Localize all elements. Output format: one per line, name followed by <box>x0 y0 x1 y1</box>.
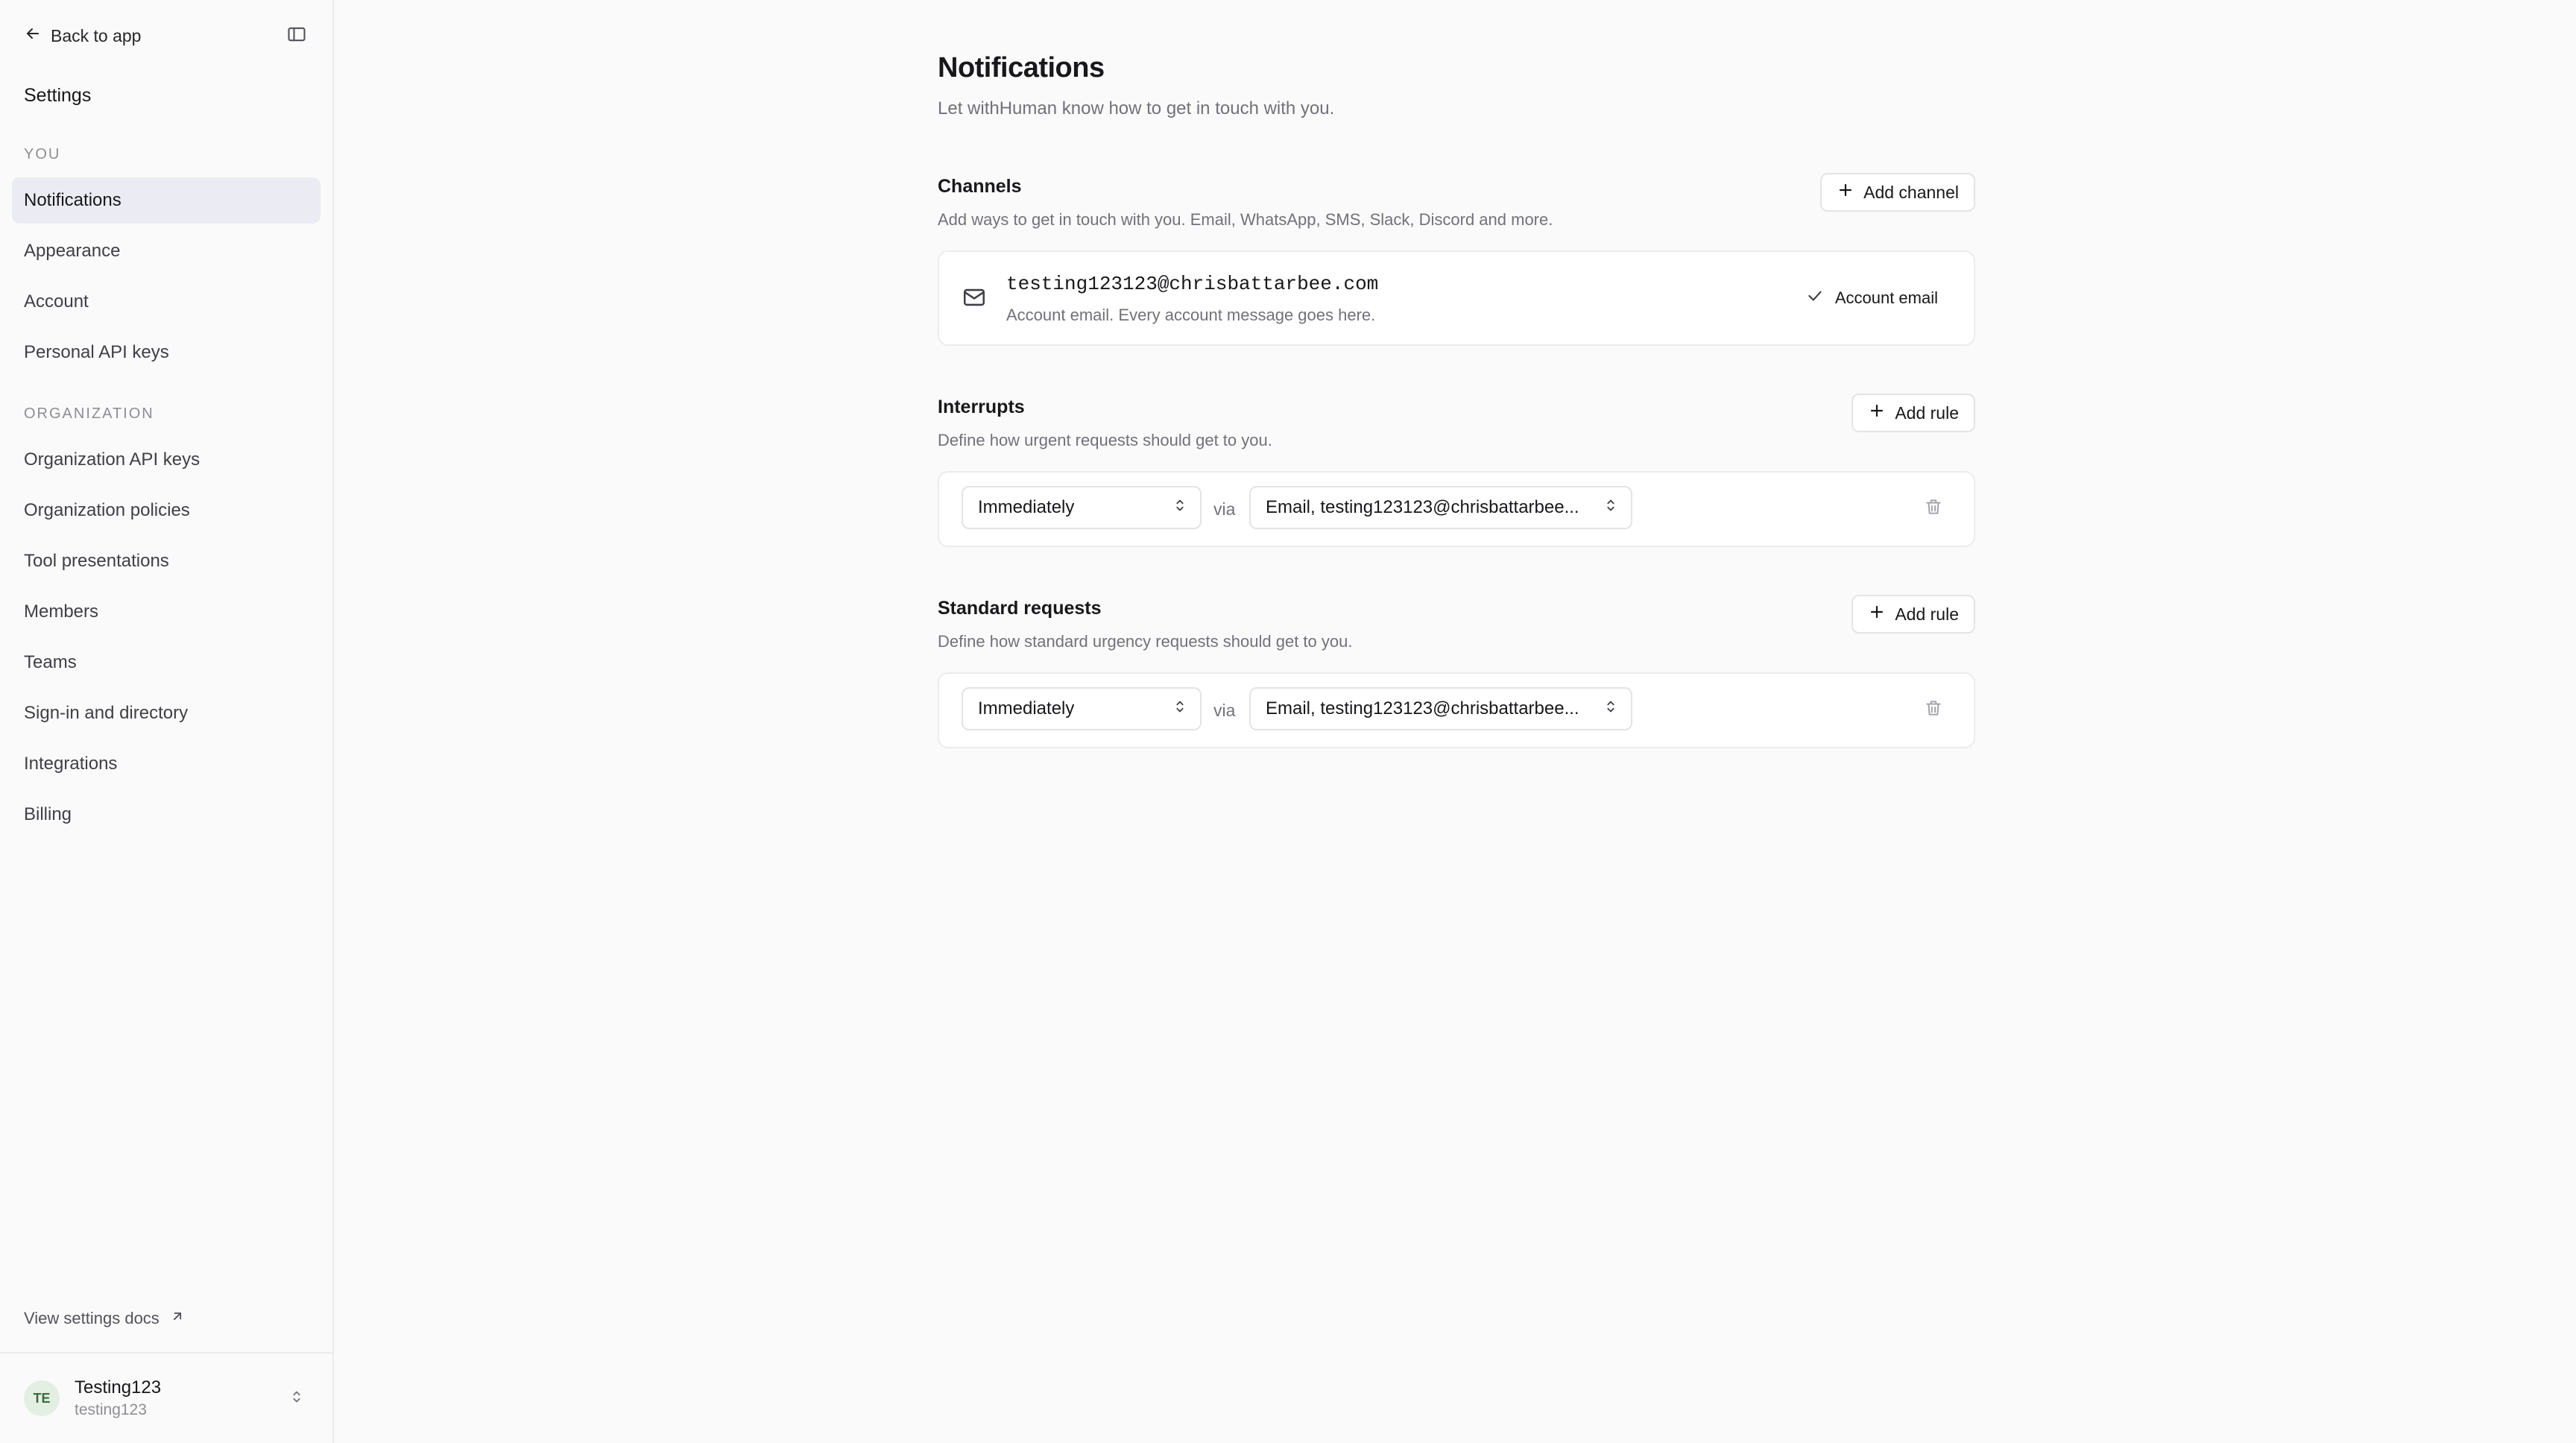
trash-icon <box>1924 698 1943 722</box>
user-menu[interactable]: TE Testing123 testing123 <box>0 1352 332 1443</box>
chevron-up-down-icon <box>1172 497 1188 519</box>
chevron-up-down-icon <box>1603 698 1619 720</box>
sidebar-item-billing[interactable]: Billing <box>12 792 321 838</box>
standard-requests-title: Standard requests <box>938 598 1102 619</box>
sidebar-item-organization-policies[interactable]: Organization policies <box>12 487 321 534</box>
sidebar-item-organization-api-keys[interactable]: Organization API keys <box>12 437 321 483</box>
standard-rule-card: Immediately via Email, testing123123@chr… <box>938 672 1975 748</box>
avatar: TE <box>24 1380 60 1416</box>
via-label: via <box>1213 499 1236 519</box>
channel-description: Account email. Every account message goe… <box>1006 306 1376 324</box>
channel-card: testing123123@chrisbattarbee.com Account… <box>938 250 1975 346</box>
sidebar-item-notifications[interactable]: Notifications <box>12 177 321 224</box>
plus-icon <box>1837 181 1854 203</box>
standard-timing-select[interactable]: Immediately <box>962 687 1202 730</box>
user-handle: testing123 <box>75 1401 147 1418</box>
add-rule-label: Add rule <box>1895 604 1959 624</box>
external-link-icon <box>170 1309 185 1328</box>
collapse-sidebar-button[interactable] <box>283 22 310 49</box>
sidebar-item-tool-presentations[interactable]: Tool presentations <box>12 538 321 584</box>
docs-link-label: View settings docs <box>24 1309 160 1327</box>
section-label-you: YOU <box>24 146 61 162</box>
view-settings-docs-link[interactable]: View settings docs <box>24 1309 185 1328</box>
delete-interrupt-rule-button[interactable] <box>1922 496 1945 520</box>
trash-icon <box>1924 497 1943 520</box>
add-standard-rule-button[interactable]: Add rule <box>1852 595 1975 634</box>
page-title: Notifications <box>938 52 1105 83</box>
channels-title: Channels <box>938 176 1022 197</box>
chevron-up-down-icon <box>1172 698 1188 720</box>
via-label: via <box>1213 701 1236 720</box>
back-to-app-link[interactable]: Back to app <box>24 25 141 47</box>
add-channel-label: Add channel <box>1863 182 1959 202</box>
channel-email: testing123123@chrisbattarbee.com <box>1006 273 1379 295</box>
timing-value: Immediately <box>978 497 1075 517</box>
add-interrupt-rule-button[interactable]: Add rule <box>1852 394 1975 432</box>
user-info: Testing123 testing123 <box>75 1377 285 1419</box>
timing-value: Immediately <box>978 698 1075 719</box>
interrupt-timing-select[interactable]: Immediately <box>962 486 1202 529</box>
chevron-up-down-icon <box>1603 497 1619 519</box>
sidebar-item-integrations[interactable]: Integrations <box>12 741 321 787</box>
channel-value: Email, testing123123@chrisbattarbee... <box>1266 698 1579 719</box>
account-email-badge: Account email <box>1805 286 1938 310</box>
user-name: Testing123 <box>75 1377 162 1398</box>
sidebar-item-teams[interactable]: Teams <box>12 640 321 686</box>
sidebar-item-account[interactable]: Account <box>12 279 321 325</box>
interrupt-rule-card: Immediately via Email, testing123123@chr… <box>938 471 1975 547</box>
mail-icon <box>962 285 987 314</box>
sidebar-toggle-icon <box>286 24 307 48</box>
plus-icon <box>1868 603 1886 625</box>
check-icon <box>1805 286 1825 310</box>
interrupt-channel-select[interactable]: Email, testing123123@chrisbattarbee... <box>1249 486 1632 529</box>
section-label-organization: ORGANIZATION <box>24 405 154 422</box>
chevron-up-down-icon <box>288 1389 305 1409</box>
settings-title: Settings <box>24 85 92 106</box>
delete-standard-rule-button[interactable] <box>1922 698 1945 722</box>
standard-channel-select[interactable]: Email, testing123123@chrisbattarbee... <box>1249 687 1632 730</box>
plus-icon <box>1868 402 1886 424</box>
interrupts-title: Interrupts <box>938 397 1025 417</box>
channels-description: Add ways to get in touch with you. Email… <box>938 210 1553 229</box>
add-channel-button[interactable]: Add channel <box>1820 173 1975 212</box>
back-to-app-label: Back to app <box>51 25 142 45</box>
add-rule-label: Add rule <box>1895 402 1959 423</box>
settings-sidebar: Back to app Settings YOU Notifications A… <box>0 0 334 1443</box>
sidebar-item-sign-in-and-directory[interactable]: Sign-in and directory <box>12 690 321 736</box>
interrupts-description: Define how urgent requests should get to… <box>938 431 1272 449</box>
sidebar-item-members[interactable]: Members <box>12 589 321 635</box>
arrow-left-icon <box>24 25 42 47</box>
account-email-badge-label: Account email <box>1834 288 1938 307</box>
sidebar-item-appearance[interactable]: Appearance <box>12 228 321 274</box>
user-menu-toggle[interactable] <box>285 1386 309 1410</box>
sidebar-header: Back to app <box>24 21 310 51</box>
channel-value: Email, testing123123@chrisbattarbee... <box>1266 497 1579 517</box>
page-subtitle: Let withHuman know how to get in touch w… <box>938 98 1335 119</box>
standard-requests-description: Define how standard urgency requests sho… <box>938 632 1353 651</box>
sidebar-item-personal-api-keys[interactable]: Personal API keys <box>12 329 321 376</box>
